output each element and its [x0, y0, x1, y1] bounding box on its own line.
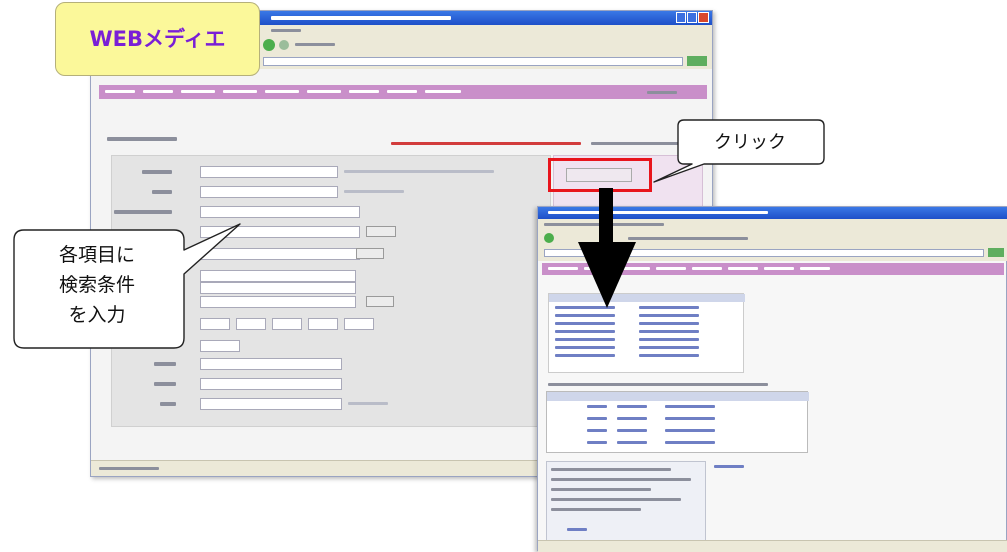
callout-input-text: 各項目に 検索条件 を入力	[24, 240, 170, 330]
field-13[interactable]	[200, 398, 342, 410]
nav-band	[99, 85, 707, 99]
forward-icon[interactable]	[279, 40, 289, 50]
select-button-2[interactable]	[356, 248, 384, 259]
callout-input-line-3: を入力	[68, 304, 126, 326]
back-icon[interactable]	[263, 39, 275, 51]
address-bar[interactable]	[263, 57, 683, 66]
field-12[interactable]	[200, 378, 342, 390]
down-arrow-icon	[578, 188, 636, 308]
select-button-3[interactable]	[366, 296, 394, 307]
field-9c[interactable]	[272, 318, 302, 330]
field-9e[interactable]	[344, 318, 374, 330]
field-11[interactable]	[200, 358, 342, 370]
app-title-text: WEBメディエ	[89, 27, 226, 51]
callout-input-line-2: 検索条件	[58, 274, 135, 296]
search-button[interactable]	[566, 168, 632, 182]
results-table	[546, 391, 809, 453]
field-9d[interactable]	[308, 318, 338, 330]
close-icon[interactable]	[698, 12, 709, 23]
go-button[interactable]	[687, 56, 707, 66]
app-title-label: WEBメディエ	[55, 2, 260, 76]
callout-input-line-1: 各項目に	[58, 244, 135, 266]
detail-panel	[546, 461, 706, 541]
window-controls[interactable]	[676, 12, 710, 23]
results-status-bar	[538, 540, 1007, 552]
field-2[interactable]	[200, 186, 338, 198]
callout-click-text: クリック	[714, 132, 786, 153]
select-button-1[interactable]	[366, 226, 396, 237]
field-1[interactable]	[200, 166, 338, 178]
